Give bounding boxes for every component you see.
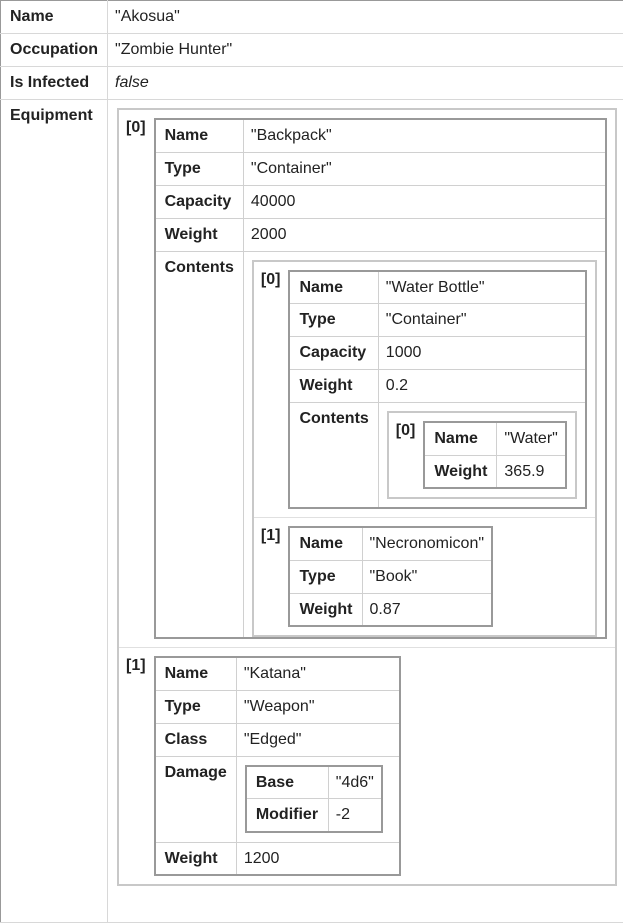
key-weight: Weight: [289, 369, 379, 403]
necronomicon-object: Name "Necronomicon" Type "Book" Weight 0.87: [288, 526, 494, 627]
key-name: Name: [154, 657, 237, 691]
value-contents: [0] Name "Water Bottle" Type "Container" C…: [243, 251, 605, 638]
backpack-contents-array: [0] Name "Water Bottle" Type "Container" C…: [251, 259, 597, 637]
row-occupation: Occupation "Zombie Hunter": [0, 33, 623, 67]
key-name: Name: [424, 422, 498, 456]
value-occupation: "Zombie Hunter": [107, 33, 623, 67]
value-capacity: 40000: [243, 185, 606, 219]
water-bottle-contents-array: [0] Name "Water" Weight 365.9: [386, 411, 577, 499]
key-is-infected: Is Infected: [0, 66, 109, 100]
value-weight: 1200: [243, 849, 280, 867]
row-equipment: Equipment [0] Name "Backpack" Type "Contai…: [0, 99, 623, 923]
value-type: "Book": [362, 560, 493, 594]
key-base: Base: [245, 765, 329, 799]
equipment-array: [0] Name "Backpack" Type "Container" Capac…: [117, 108, 617, 886]
value-weight: 0.87: [369, 600, 401, 618]
key-type: Type: [289, 303, 379, 337]
value-name: "Necronomicon": [362, 527, 493, 561]
value-type: "Container": [378, 303, 586, 337]
key-weight: Weight: [289, 593, 363, 626]
value-name: "Water Bottle": [378, 270, 586, 304]
key-occupation: Occupation: [0, 33, 109, 67]
row-name: Name "Akosua": [0, 0, 623, 34]
backpack-object: Name "Backpack" Type "Container" Capacity 4…: [153, 118, 607, 639]
value-name: "Akosua": [107, 0, 623, 34]
equipment-item-0-cell: Name "Backpack" Type "Container" Capacity 4…: [153, 109, 616, 648]
value-weight: 2000: [243, 218, 606, 252]
key-name: Name: [289, 270, 379, 304]
equipment-item-0: [0] Name "Backpack" Type "Container" Capac…: [118, 109, 616, 648]
key-type: Type: [154, 690, 237, 724]
value-type: "Container": [243, 152, 606, 186]
value-base: "4d6": [328, 765, 382, 799]
value-is-infected: false: [107, 66, 623, 100]
water-bottle-object: Name "Water Bottle" Type "Container" Capac…: [288, 269, 587, 509]
contents-item-0: [0] Name "Water" Weight 365.9: [388, 412, 576, 498]
key-weight: Weight: [424, 455, 498, 488]
contents-item-0: [0] Name "Water Bottle" Type "Container" C…: [252, 260, 596, 518]
index-label: [1]: [260, 527, 281, 544]
value-weight: 365.9: [504, 462, 545, 480]
index-label: [0]: [252, 260, 289, 518]
row-is-infected: Is Infected false: [0, 66, 623, 100]
character-table: Name "Akosua" Occupation "Zombie Hunter"…: [0, 0, 623, 923]
value-capacity: 1000: [378, 336, 586, 370]
key-equipment: Equipment: [0, 99, 109, 923]
value-type: "Weapon": [236, 690, 400, 724]
key-type: Type: [154, 152, 244, 186]
key-weight: Weight: [154, 218, 244, 252]
value-damage: Base "4d6" Modifier -2: [236, 756, 400, 843]
key-name: Name: [154, 119, 244, 153]
value-modifier: -2: [335, 806, 350, 823]
katana-object: Name "Katana" Type "Weapon" Class "Edged" D…: [153, 656, 401, 876]
damage-object: Base "4d6" Modifier -2: [244, 764, 383, 833]
value-contents: [0] Name "Water" Weight 365.9: [378, 403, 586, 509]
key-name: Name: [289, 527, 363, 561]
contents-item-0-cell: Name "Water" Weight 365.9: [423, 412, 575, 498]
index-label: [0]: [395, 422, 416, 439]
contents-item-1: [1] Name "Necronomicon" Type "Book" Weight…: [253, 518, 596, 637]
contents-item-0-cell: Name "Water Bottle" Type "Container" Capac…: [288, 260, 596, 518]
index-label: [1]: [126, 657, 146, 674]
equipment-item-1: [1] Name "Katana" Type "Weapon" Class "Edge…: [118, 648, 616, 886]
index-label: [0]: [118, 109, 154, 648]
key-contents: Contents: [289, 402, 379, 508]
equipment-item-1-cell: Name "Katana" Type "Weapon" Class "Edged" D…: [153, 648, 616, 886]
value-equipment: [0] Name "Backpack" Type "Container" Capac…: [107, 99, 623, 923]
value-weight: 0.2: [378, 369, 586, 403]
key-modifier: Modifier: [245, 798, 329, 832]
key-capacity: Capacity: [154, 185, 244, 219]
key-class: Class: [154, 723, 237, 757]
value-name: "Backpack": [243, 119, 606, 153]
key-capacity: Capacity: [289, 336, 379, 370]
key-contents: Contents: [154, 251, 244, 638]
value-class: "Edged": [236, 723, 400, 757]
value-name: "Water": [496, 422, 566, 456]
key-type: Type: [289, 560, 363, 594]
contents-item-1-cell: Name "Necronomicon" Type "Book" Weight 0.87: [288, 518, 595, 637]
value-name: "Katana": [236, 657, 400, 691]
key-name: Name: [0, 0, 109, 34]
key-weight: Weight: [154, 842, 237, 875]
key-damage: Damage: [154, 756, 237, 843]
water-object: Name "Water" Weight 365.9: [423, 421, 567, 489]
